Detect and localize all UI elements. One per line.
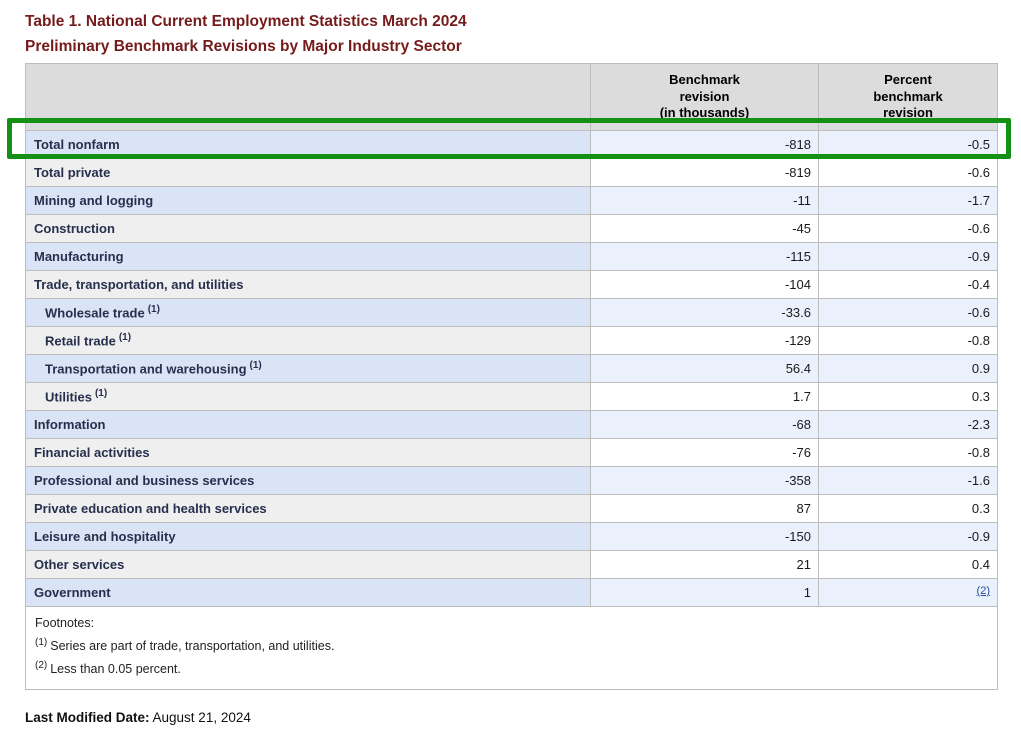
benchmark-revision-cell: -115 — [591, 243, 819, 271]
table-row: Private education and health services870… — [26, 495, 998, 523]
footnote-marker: (1) — [119, 332, 131, 343]
industry-label-cell: Wholesale trade(1) — [26, 299, 591, 327]
industry-label-cell: Information — [26, 411, 591, 439]
table-row: Mining and logging-11-1.7 — [26, 187, 998, 215]
percent-revision-cell: 0.4 — [819, 551, 998, 579]
table-row: Leisure and hospitality-150-0.9 — [26, 523, 998, 551]
footnotes-heading: Footnotes: — [35, 614, 988, 633]
percent-revision-cell: -0.9 — [819, 243, 998, 271]
footnote-1-marker: (1) — [35, 637, 47, 648]
benchmark-revision-cell: 56.4 — [591, 355, 819, 383]
industry-label-cell: Manufacturing — [26, 243, 591, 271]
table-row: Trade, transportation, and utilities-104… — [26, 271, 998, 299]
percent-revision-cell: -1.6 — [819, 467, 998, 495]
industry-label-cell: Transportation and warehousing(1) — [26, 355, 591, 383]
last-modified-value: August 21, 2024 — [153, 710, 251, 725]
percent-revision-cell: -1.7 — [819, 187, 998, 215]
table-row: Wholesale trade(1)-33.6-0.6 — [26, 299, 998, 327]
industry-label-cell: Financial activities — [26, 439, 591, 467]
benchmark-revision-cell: -819 — [591, 159, 819, 187]
industry-label-cell: Professional and business services — [26, 467, 591, 495]
industry-label-cell: Government — [26, 579, 591, 607]
benchmark-revision-cell: -818 — [591, 131, 819, 159]
footnotes-section: Footnotes: (1)Series are part of trade, … — [26, 607, 998, 690]
industry-label-cell: Mining and logging — [26, 187, 591, 215]
percent-revision-cell: 0.9 — [819, 355, 998, 383]
percent-revision-cell: -0.6 — [819, 215, 998, 243]
table-row: Other services210.4 — [26, 551, 998, 579]
last-modified: Last Modified Date: August 21, 2024 — [25, 710, 251, 725]
industry-label-cell: Total nonfarm — [26, 131, 591, 159]
percent-revision-cell: -0.6 — [819, 159, 998, 187]
benchmark-revision-cell: -76 — [591, 439, 819, 467]
footnote-marker: (1) — [250, 360, 262, 371]
industry-label-cell: Other services — [26, 551, 591, 579]
page-title: Table 1. National Current Employment Sta… — [25, 10, 467, 59]
table-row: Financial activities-76-0.8 — [26, 439, 998, 467]
benchmark-revision-cell: 1 — [591, 579, 819, 607]
percent-revision-cell: -0.6 — [819, 299, 998, 327]
table-row: Government1 (2) — [26, 579, 998, 607]
table-header-row: Benchmark revision (in thousands) Percen… — [26, 64, 998, 131]
benchmark-revisions-table: Benchmark revision (in thousands) Percen… — [25, 63, 998, 690]
table-row-highlighted: Total nonfarm-818-0.5 — [26, 131, 998, 159]
percent-revision-cell: -2.3 — [819, 411, 998, 439]
page-title-line1: Table 1. National Current Employment Sta… — [25, 10, 467, 35]
percent-revision-cell: (2) — [819, 579, 998, 607]
footnote-item-2: (2)Less than 0.05 percent. — [35, 656, 988, 679]
benchmark-revision-cell: -129 — [591, 327, 819, 355]
industry-label-cell: Construction — [26, 215, 591, 243]
industry-label-cell: Retail trade(1) — [26, 327, 591, 355]
footnote-2-text: Less than 0.05 percent. — [50, 662, 181, 676]
percent-revision-cell: -0.5 — [819, 131, 998, 159]
industry-label-cell: Private education and health services — [26, 495, 591, 523]
benchmark-revision-cell: -68 — [591, 411, 819, 439]
footnotes-row: Footnotes: (1)Series are part of trade, … — [26, 607, 998, 690]
percent-revision-cell: 0.3 — [819, 495, 998, 523]
benchmark-revision-cell: -104 — [591, 271, 819, 299]
table-row: Manufacturing-115-0.9 — [26, 243, 998, 271]
footnote-marker: (1) — [95, 388, 107, 399]
benchmark-revision-cell: -11 — [591, 187, 819, 215]
header-percent-benchmark-revision: Percent benchmark revision — [819, 64, 998, 131]
benchmark-revision-cell: 87 — [591, 495, 819, 523]
table-row: Total private-819-0.6 — [26, 159, 998, 187]
benchmark-revision-cell: -33.6 — [591, 299, 819, 327]
benchmark-revision-cell: 21 — [591, 551, 819, 579]
table-row: Retail trade(1)-129-0.8 — [26, 327, 998, 355]
header-industry — [26, 64, 591, 131]
benchmark-revision-cell: -150 — [591, 523, 819, 551]
industry-label-cell: Utilities(1) — [26, 383, 591, 411]
table-row: Construction-45-0.6 — [26, 215, 998, 243]
table-row: Professional and business services-358-1… — [26, 467, 998, 495]
table-row: Utilities(1)1.70.3 — [26, 383, 998, 411]
footnote-1-text: Series are part of trade, transportation… — [50, 639, 334, 653]
page-title-line2: Preliminary Benchmark Revisions by Major… — [25, 35, 467, 60]
table-row: Information-68-2.3 — [26, 411, 998, 439]
percent-revision-cell: -0.4 — [819, 271, 998, 299]
industry-label-cell: Trade, transportation, and utilities — [26, 271, 591, 299]
table-row: Transportation and warehousing(1)56.40.9 — [26, 355, 998, 383]
footnote-2-marker: (2) — [35, 660, 47, 671]
percent-revision-cell: -0.8 — [819, 439, 998, 467]
benchmark-revision-cell: 1.7 — [591, 383, 819, 411]
industry-label-cell: Leisure and hospitality — [26, 523, 591, 551]
percent-revision-cell: 0.3 — [819, 383, 998, 411]
header-benchmark-revision: Benchmark revision (in thousands) — [591, 64, 819, 131]
last-modified-label: Last Modified Date: — [25, 710, 150, 725]
benchmark-revision-cell: -45 — [591, 215, 819, 243]
percent-revision-cell: -0.8 — [819, 327, 998, 355]
percent-revision-cell: -0.9 — [819, 523, 998, 551]
footnote-2-link[interactable]: (2) — [977, 585, 990, 597]
footnote-marker: (1) — [148, 304, 160, 315]
table-body: Total nonfarm-818-0.5Total private-819-0… — [26, 131, 998, 607]
industry-label-cell: Total private — [26, 159, 591, 187]
footnote-item-1: (1)Series are part of trade, transportat… — [35, 633, 988, 656]
benchmark-revision-cell: -358 — [591, 467, 819, 495]
